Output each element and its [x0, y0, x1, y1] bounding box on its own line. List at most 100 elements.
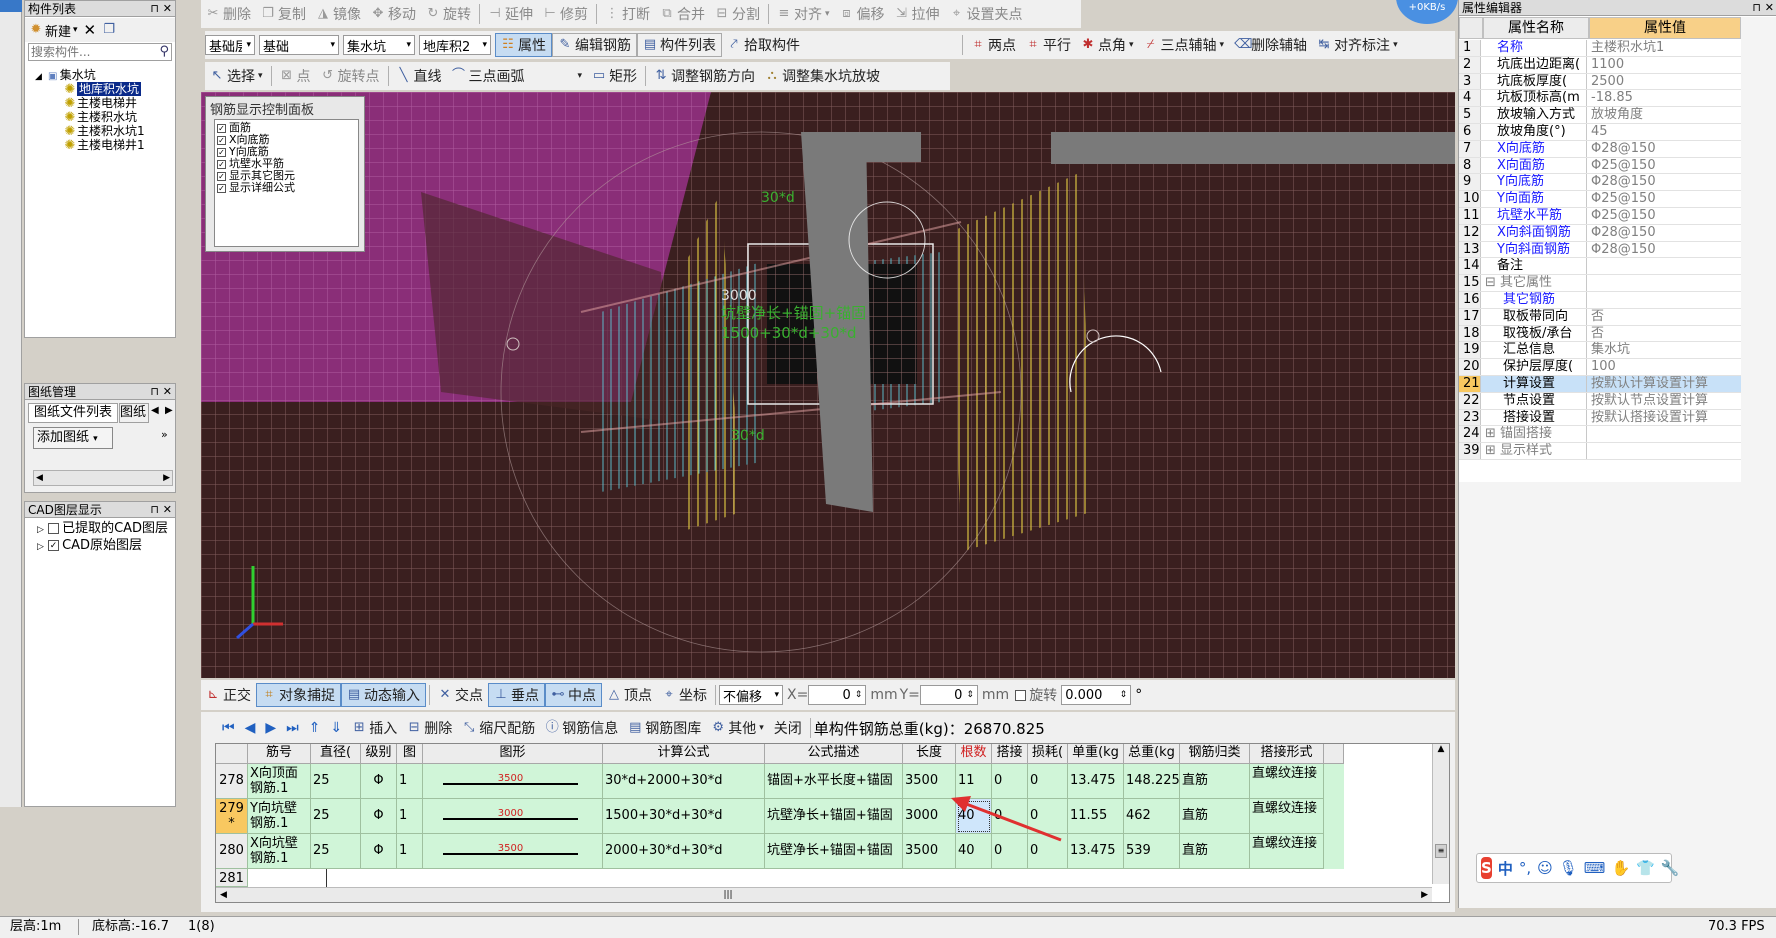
- property-value[interactable]: [1589, 443, 1739, 459]
- pin-icon[interactable]: ⊓: [150, 384, 159, 400]
- rebar-diameter[interactable]: 25: [311, 799, 361, 834]
- col-header[interactable]: 搭接形式: [1250, 744, 1324, 764]
- lap-type[interactable]: 直螺纹连接: [1250, 764, 1324, 799]
- copy-component-icon[interactable]: ❐: [102, 23, 116, 37]
- wrench-icon[interactable]: 🔧: [1661, 859, 1680, 877]
- property-row[interactable]: 7 X向底筋 Φ28@150: [1459, 140, 1741, 158]
- last-record[interactable]: ⏭: [281, 716, 304, 740]
- mirror-tool[interactable]: ◮ 镜像: [311, 2, 366, 26]
- table-row-selected[interactable]: 279 * Y向坑壁钢筋.1 25 Φ 1 3000 1500+30*d+30*d…: [216, 799, 1344, 834]
- rotate-point-tool[interactable]: ↺ 旋转点: [316, 64, 385, 88]
- emoji-icon[interactable]: ☺: [1537, 859, 1553, 877]
- pick-component-button[interactable]: ⤤ 拾取构件: [722, 33, 805, 57]
- vertex-snap[interactable]: △ 顶点: [602, 683, 657, 707]
- checkbox[interactable]: ✓: [48, 540, 60, 551]
- new-button[interactable]: ✹ 新建 ▾: [29, 21, 78, 40]
- property-value[interactable]: 主楼积水坑1: [1589, 40, 1739, 56]
- property-value[interactable]: -18.85: [1589, 90, 1739, 106]
- property-row[interactable]: 11 坑壁水平筋 Φ25@150: [1459, 208, 1741, 225]
- property-value[interactable]: 否: [1589, 309, 1739, 325]
- break-tool[interactable]: ⋮ 打断: [600, 2, 655, 26]
- total-weight-cell[interactable]: 462: [1124, 799, 1180, 834]
- y-input[interactable]: 0 ⇕: [919, 685, 978, 705]
- property-value[interactable]: [1589, 292, 1739, 308]
- parallel-axis[interactable]: ⌗ 平行: [1021, 33, 1076, 57]
- rebar-option[interactable]: ✓ 显示详细公式: [217, 182, 356, 194]
- property-row[interactable]: 4 坑板顶标高(m -18.85: [1459, 90, 1741, 108]
- midpoint-snap[interactable]: ⊷ 中点: [545, 683, 602, 707]
- overflow-chevron[interactable]: »: [161, 428, 168, 441]
- property-value[interactable]: 2500: [1589, 74, 1739, 90]
- property-row[interactable]: 5 放坡输入方式 放坡角度: [1459, 107, 1741, 124]
- ime-toolbar[interactable]: S 中 °, ☺ 🎙 ⌨ ✋ 👕 🔧: [1476, 853, 1680, 883]
- calc-formula[interactable]: 30*d+2000+30*d: [603, 764, 765, 799]
- rebar-category[interactable]: 直筋: [1180, 764, 1250, 799]
- rebar-shape[interactable]: 3500: [423, 764, 603, 799]
- first-record[interactable]: ⏮: [217, 716, 240, 740]
- tree-item[interactable]: ✺ 主楼积水坑1: [63, 124, 145, 139]
- col-header[interactable]: 公式描述: [765, 744, 903, 764]
- coordinate-snap[interactable]: ⌖ 坐标: [657, 683, 712, 707]
- split-tool[interactable]: ⊟ 分割: [710, 2, 765, 26]
- property-value[interactable]: Φ25@150: [1589, 158, 1739, 174]
- adjust-rebar-direction[interactable]: ⇅ 调整钢筋方向: [649, 64, 760, 88]
- rebar-shape[interactable]: 3000: [423, 799, 603, 834]
- tab-scroll-left[interactable]: ◀: [151, 405, 159, 416]
- expand-icon[interactable]: ⊞: [1485, 443, 1500, 458]
- search-input[interactable]: [29, 44, 149, 60]
- close-icon[interactable]: ✕: [163, 502, 172, 518]
- col-header[interactable]: 损耗(: [1028, 744, 1068, 764]
- property-value[interactable]: [1589, 275, 1739, 291]
- property-row[interactable]: 23 搭接设置 按默认搭接设置计算: [1459, 409, 1741, 427]
- rotate-tool[interactable]: ↻ 旋转: [421, 2, 476, 26]
- offset-select[interactable]: 不偏移 ▾: [719, 685, 783, 705]
- col-header[interactable]: 根数: [956, 744, 992, 764]
- property-value[interactable]: 1100: [1589, 57, 1739, 73]
- delete-tool[interactable]: ✂ 删除: [201, 2, 256, 26]
- rebar-name[interactable]: X向顶面钢筋.1: [248, 764, 311, 799]
- set-grip-tool[interactable]: ⌖ 设置夹点: [945, 2, 1028, 26]
- property-value[interactable]: 45: [1589, 124, 1739, 140]
- point-tool[interactable]: ⊠ 点: [275, 64, 316, 88]
- delete-axis[interactable]: ⌫ 删除辅轴: [1229, 33, 1312, 57]
- drawing-hscroll[interactable]: ◀ ▶: [33, 470, 173, 486]
- col-header[interactable]: 长度(mm: [903, 744, 956, 764]
- rectangle-tool[interactable]: ▭ 矩形: [587, 64, 642, 88]
- next-record[interactable]: ▶: [260, 716, 281, 740]
- delete-component-icon[interactable]: ✕: [84, 21, 97, 39]
- rotate-checkbox[interactable]: [1015, 689, 1027, 701]
- property-value[interactable]: Φ25@150: [1589, 208, 1739, 224]
- property-value[interactable]: Φ28@150: [1589, 242, 1739, 258]
- cad-layer-extracted[interactable]: ▷ 已提取的CAD图层: [37, 522, 168, 537]
- tab-drawing-files[interactable]: 图纸文件列表: [28, 403, 118, 423]
- perpendicular-snap[interactable]: ⊥ 垂点: [488, 683, 545, 707]
- tab-drawing[interactable]: 图纸: [119, 403, 149, 423]
- col-header[interactable]: 搭接: [992, 744, 1028, 764]
- unit-weight[interactable]: 13.475: [1068, 834, 1124, 869]
- move-down[interactable]: ⇓: [326, 716, 348, 740]
- col-header[interactable]: 图形: [423, 744, 603, 764]
- property-row[interactable]: 2 坑底出边距离(1100: [1459, 56, 1741, 74]
- formula-description[interactable]: 锚固+水平长度+锚固: [765, 764, 903, 799]
- ime-language[interactable]: 中: [1498, 858, 1513, 879]
- property-value[interactable]: 100: [1589, 359, 1739, 375]
- rebar-grade[interactable]: Φ: [361, 764, 397, 799]
- intersection-snap[interactable]: ✕ 交点: [433, 683, 488, 707]
- tree-item[interactable]: ✺ 主楼积水坑: [63, 110, 137, 125]
- figure-number[interactable]: 1: [397, 834, 423, 869]
- properties-button[interactable]: ☷ 属性: [495, 33, 552, 57]
- total-weight-cell[interactable]: 539: [1124, 834, 1180, 869]
- trim-tool[interactable]: ⊢ 修剪: [538, 2, 593, 26]
- add-drawing-button[interactable]: 添加图纸 ▾: [33, 427, 113, 449]
- type-select[interactable]: 基础 ▾: [259, 35, 339, 55]
- rebar-info[interactable]: ⓘ 钢筋信息: [540, 716, 623, 740]
- ortho-toggle[interactable]: ⊾ 正交: [201, 683, 256, 707]
- property-row[interactable]: 24 ⊞ 锚固搭接: [1459, 426, 1741, 444]
- property-value[interactable]: [1589, 426, 1739, 442]
- col-header[interactable]: 钢筋归类: [1180, 744, 1250, 764]
- rebar-name[interactable]: Y向坑壁钢筋.1: [248, 799, 311, 834]
- x-input[interactable]: 0 ⇕: [808, 685, 867, 705]
- formula-description[interactable]: 坑壁净长+锚固+锚固: [765, 799, 903, 834]
- property-value[interactable]: 按默认搭接设置计算: [1589, 410, 1739, 426]
- property-row[interactable]: 21 计算设置 按默认计算设置计算: [1459, 376, 1741, 393]
